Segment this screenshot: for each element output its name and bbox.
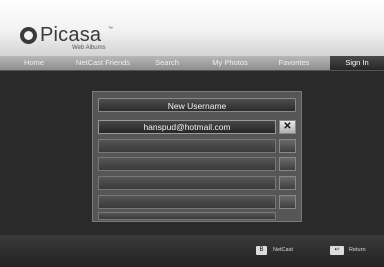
saved-user-row[interactable]	[98, 157, 276, 171]
tab-netcast-friends[interactable]: NetCast Friends	[70, 56, 136, 70]
netcast-hint-label: NetCast	[273, 247, 293, 253]
delete-user-button[interactable]	[279, 157, 296, 171]
delete-user-button[interactable]: ✕	[279, 120, 296, 134]
saved-user-row[interactable]	[98, 195, 276, 209]
return-hint-label: Return	[349, 247, 366, 253]
tab-favorites[interactable]: Favorites	[270, 56, 318, 70]
new-username-button[interactable]: New Username	[98, 98, 296, 112]
return-key-icon: ↩	[330, 246, 344, 255]
delete-user-button[interactable]	[279, 195, 296, 209]
netcast-key-icon: B	[256, 246, 267, 255]
tab-home[interactable]: Home	[14, 56, 54, 70]
tab-search[interactable]: Search	[146, 56, 188, 70]
logo-subtitle: Web Albums	[72, 45, 106, 51]
delete-user-button[interactable]	[279, 139, 296, 153]
delete-user-button[interactable]	[279, 176, 296, 190]
nav-bar: Home NetCast Friends Search My Photos Fa…	[0, 56, 384, 71]
logo-text: Picasa	[40, 24, 102, 46]
tab-sign-in[interactable]: Sign In	[330, 56, 384, 70]
close-icon: ✕	[283, 121, 292, 132]
picasa-logo-icon	[20, 27, 37, 44]
saved-user-row[interactable]	[98, 139, 276, 153]
footer: B NetCast ↩ Return	[0, 235, 384, 267]
saved-user-row[interactable]: hanspud@hotmail.com	[98, 120, 276, 134]
logo-trademark: ™	[108, 26, 113, 32]
saved-user-row[interactable]	[98, 176, 276, 190]
header: Picasa ™ Web Albums	[0, 0, 384, 56]
saved-user-row[interactable]	[98, 212, 276, 220]
tab-my-photos[interactable]: My Photos	[204, 56, 256, 70]
